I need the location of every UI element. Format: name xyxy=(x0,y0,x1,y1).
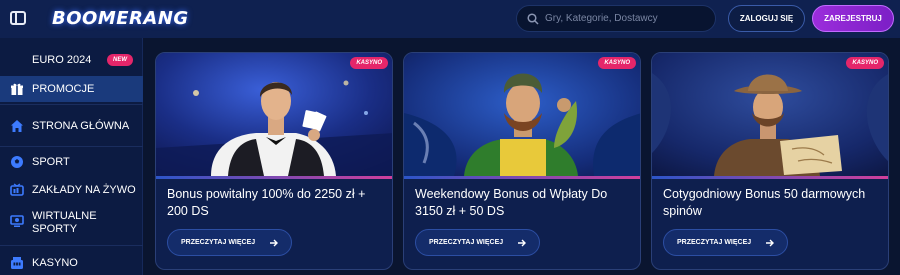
arrow-right-icon xyxy=(270,239,278,247)
home-icon xyxy=(10,119,24,133)
sidebar-item-label: ZAKŁADY NA ŻYWO xyxy=(32,184,136,196)
sidebar-item-wirtualne-sporty[interactable]: WIRTUALNE SPORTY xyxy=(0,208,143,238)
sidebar: EURO 2024 NEW PROMOCJE STRONA GŁÓWNA SPO… xyxy=(0,38,143,275)
sidebar-toggle-icon[interactable] xyxy=(10,11,26,25)
fisherman-image xyxy=(404,53,640,176)
sidebar-item-label: STRONA GŁÓWNA xyxy=(32,120,130,132)
card-title: Bonus powitalny 100% do 2250 zł + 200 DS xyxy=(167,187,366,218)
sidebar-item-label: SPORT xyxy=(32,156,70,168)
promo-card[interactable]: KASYNO Cotygodniowy Bonus 50 darmowych s… xyxy=(651,52,889,270)
read-more-label: PRZECZYTAJ WIĘCEJ xyxy=(181,239,256,246)
casino-icon xyxy=(10,256,24,270)
card-title: Weekendowy Bonus od Wpłaty Do 3150 zł + … xyxy=(415,187,608,218)
soccer-ball-icon xyxy=(10,155,24,169)
category-badge: KASYNO xyxy=(846,57,884,69)
gift-icon xyxy=(10,82,24,96)
read-more-label: PRZECZYTAJ WIĘCEJ xyxy=(429,239,504,246)
sidebar-item-promocje[interactable]: PROMOCJE xyxy=(0,76,143,102)
card-title: Cotygodniowy Bonus 50 darmowych spinów xyxy=(663,187,866,218)
croupier-image xyxy=(156,53,392,176)
category-badge: KASYNO xyxy=(350,57,388,69)
sidebar-item-zaklady-na-zywo[interactable]: ZAKŁADY NA ŻYWO xyxy=(0,179,143,201)
promo-card[interactable]: KASYNO Bonus powitalny 100% do 2250 zł +… xyxy=(155,52,393,270)
sidebar-divider xyxy=(0,245,143,246)
sidebar-item-label: EURO 2024 xyxy=(32,54,92,66)
top-header: BOOMERANG ZALOGUJ SIĘ ZAREJESTRUJ xyxy=(0,0,900,38)
live-betting-icon xyxy=(10,183,24,197)
read-more-button[interactable]: PRZECZYTAJ WIĘCEJ xyxy=(663,229,788,256)
sidebar-item-sport[interactable]: SPORT xyxy=(0,151,143,173)
sidebar-item-euro-2024[interactable]: EURO 2024 NEW xyxy=(0,50,143,70)
login-button[interactable]: ZALOGUJ SIĘ xyxy=(728,5,805,32)
arrow-right-icon xyxy=(766,239,774,247)
explorer-image xyxy=(652,53,888,176)
new-badge: NEW xyxy=(107,54,133,66)
sidebar-item-strona-glowna[interactable]: STRONA GŁÓWNA xyxy=(0,115,143,137)
register-button[interactable]: ZAREJESTRUJ xyxy=(812,5,894,32)
sidebar-item-label-line2: SPORTY xyxy=(32,223,78,235)
sidebar-divider xyxy=(0,146,143,147)
read-more-button[interactable]: PRZECZYTAJ WIĘCEJ xyxy=(167,229,292,256)
sidebar-item-label: PROMOCJE xyxy=(32,83,95,95)
search-input[interactable] xyxy=(545,13,715,24)
promo-card[interactable]: KASYNO Weekendowy Bonus od Wpłaty Do 315… xyxy=(403,52,641,270)
read-more-label: PRZECZYTAJ WIĘCEJ xyxy=(677,239,752,246)
sidebar-item-label: WIRTUALNE xyxy=(32,210,97,222)
read-more-button[interactable]: PRZECZYTAJ WIĘCEJ xyxy=(415,229,540,256)
brand-logo[interactable]: BOOMERANG xyxy=(52,8,189,29)
virtual-sports-icon xyxy=(10,214,24,228)
arrow-right-icon xyxy=(518,239,526,247)
category-badge: KASYNO xyxy=(598,57,636,69)
search-box[interactable] xyxy=(516,5,716,32)
sidebar-item-kasyno[interactable]: KASYNO xyxy=(0,252,143,274)
sidebar-divider xyxy=(0,104,143,105)
search-icon xyxy=(527,12,539,25)
sidebar-item-label: KASYNO xyxy=(32,257,78,269)
